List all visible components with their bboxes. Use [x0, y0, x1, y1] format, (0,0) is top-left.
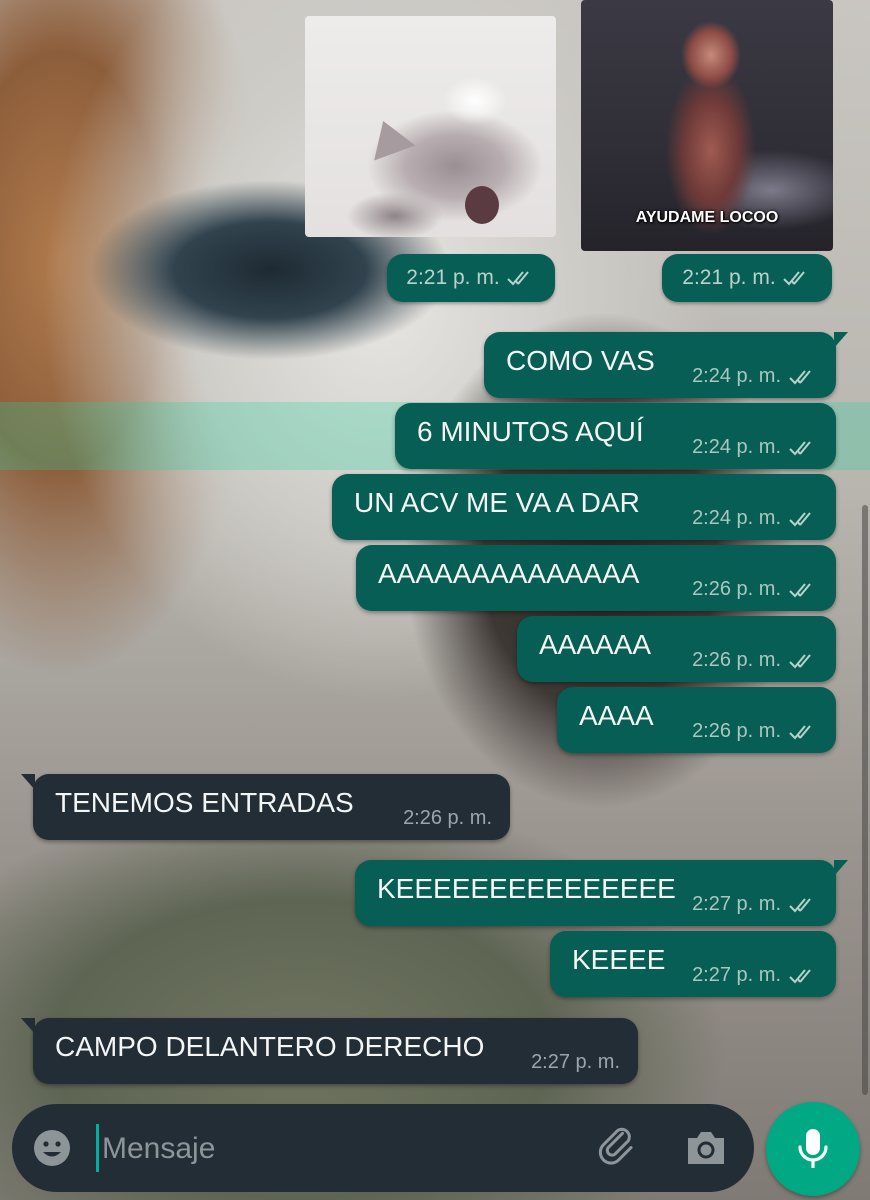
outgoing-message[interactable]: AAAA 2:26 p. m.	[557, 687, 836, 753]
message-composer	[12, 1104, 754, 1192]
text-caret	[96, 1124, 99, 1172]
media-timestamp-chip: 2:21 p. m.	[662, 254, 832, 302]
message-time: 2:26 p. m.	[403, 807, 492, 829]
message-time: 2:27 p. m.	[692, 893, 781, 915]
message-time: 2:24 p. m.	[692, 507, 781, 529]
message-input[interactable]	[100, 1122, 574, 1176]
outgoing-message[interactable]: AAAAAAAAAAAAAA 2:26 p. m.	[356, 545, 836, 611]
microphone-button[interactable]	[766, 1102, 860, 1196]
double-check-icon	[789, 369, 811, 384]
double-check-icon	[789, 968, 811, 983]
message-meta: 2:26 p. m.	[403, 807, 492, 830]
bubble-tail	[21, 774, 35, 790]
outgoing-message[interactable]: KEEEE 2:27 p. m.	[550, 931, 836, 997]
incoming-message[interactable]: TENEMOS ENTRADAS 2:26 p. m.	[21, 774, 510, 840]
message-text: COMO VAS	[506, 345, 655, 376]
cat-mouth-shape	[465, 186, 499, 224]
bubble-tail	[834, 332, 848, 348]
media-time: 2:21 p. m.	[682, 266, 776, 289]
image-caption: AYUDAME LOCOO	[635, 209, 779, 226]
message-text: AAAA	[579, 700, 654, 731]
message-text: TENEMOS ENTRADAS	[55, 787, 354, 818]
outgoing-message[interactable]: AAAAAA 2:26 p. m.	[517, 616, 836, 682]
cat-ear-shape	[362, 113, 416, 161]
message-time: 2:26 p. m.	[692, 649, 781, 671]
message-text: UN ACV ME VA A DAR	[354, 487, 640, 518]
message-time: 2:26 p. m.	[692, 578, 781, 600]
message-meta: 2:27 p. m.	[692, 964, 818, 987]
message-meta: 2:24 p. m.	[692, 436, 818, 459]
message-time: 2:24 p. m.	[692, 365, 781, 387]
message-meta: 2:26 p. m.	[692, 649, 818, 672]
double-check-icon	[789, 897, 811, 912]
chat-scrollbar[interactable]	[862, 505, 868, 1095]
double-check-icon	[782, 271, 805, 286]
message-text: AAAAAAAAAAAAAA	[378, 558, 640, 589]
microphone-icon	[798, 1129, 828, 1168]
outgoing-message[interactable]: KEEEEEEEEEEEEEEE 2:27 p. m.	[355, 860, 848, 926]
message-meta: 2:26 p. m.	[692, 720, 818, 743]
double-check-icon	[789, 724, 811, 739]
double-check-icon	[789, 511, 811, 526]
message-text: AAAAAA	[539, 629, 652, 660]
message-time: 2:27 p. m.	[692, 964, 781, 986]
incoming-message[interactable]: CAMPO DELANTERO DERECHO 2:27 p. m.	[21, 1018, 638, 1084]
message-meta: 2:27 p. m.	[531, 1051, 620, 1074]
message-text: 6 MINUTOS AQUÍ	[417, 416, 644, 447]
outgoing-message[interactable]: UN ACV ME VA A DAR 2:24 p. m.	[332, 474, 836, 540]
message-text: KEEEE	[572, 944, 666, 975]
paperclip-icon[interactable]	[596, 1126, 640, 1170]
message-time: 2:24 p. m.	[692, 436, 781, 458]
outgoing-message[interactable]: COMO VAS 2:24 p. m.	[484, 332, 848, 398]
message-meta: 2:24 p. m.	[692, 365, 818, 388]
message-meta: 2:26 p. m.	[692, 578, 818, 601]
outgoing-message[interactable]: 6 MINUTOS AQUÍ 2:24 p. m.	[395, 403, 836, 469]
double-check-icon	[789, 653, 811, 668]
zombie-image-message[interactable]: AYUDAME LOCOO	[581, 0, 833, 251]
double-check-icon	[789, 582, 811, 597]
cat-image-message[interactable]	[305, 16, 556, 237]
message-text: KEEEEEEEEEEEEEEE	[377, 873, 676, 904]
double-check-icon	[506, 271, 529, 286]
bubble-tail	[21, 1018, 35, 1034]
double-check-icon	[789, 440, 811, 455]
media-time: 2:21 p. m.	[406, 266, 500, 289]
message-time: 2:26 p. m.	[692, 720, 781, 742]
message-meta: 2:24 p. m.	[692, 507, 818, 530]
media-timestamp-chip: 2:21 p. m.	[387, 254, 555, 302]
camera-icon[interactable]	[684, 1128, 728, 1168]
emoji-icon[interactable]	[32, 1128, 72, 1168]
message-text: CAMPO DELANTERO DERECHO	[55, 1031, 485, 1062]
message-meta: 2:27 p. m.	[692, 893, 818, 916]
bubble-tail	[834, 860, 848, 876]
message-time: 2:27 p. m.	[531, 1051, 620, 1073]
